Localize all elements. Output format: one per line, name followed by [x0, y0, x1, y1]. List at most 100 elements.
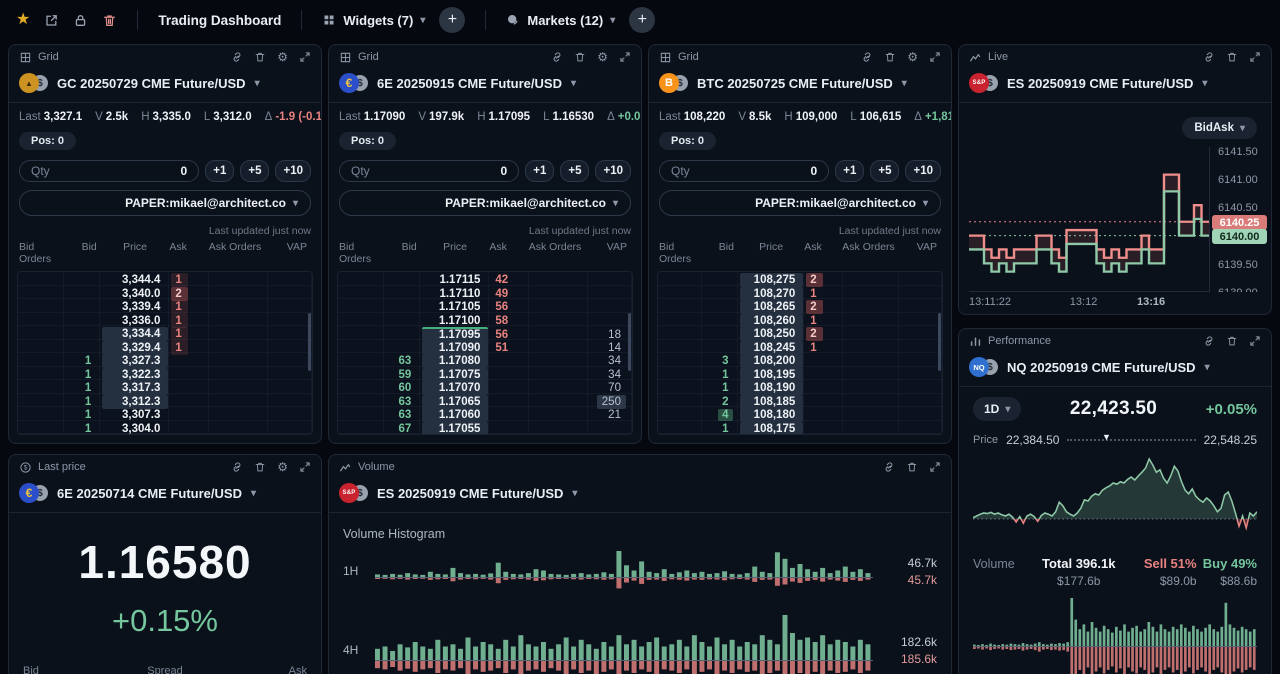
book-row[interactable]: 3,334.41 [18, 326, 312, 340]
book-row[interactable]: 13,317.3 [18, 380, 312, 394]
settings-icon[interactable]: ⚙ [277, 461, 288, 473]
qty-plus-5-button[interactable]: +5 [560, 160, 589, 182]
book-row[interactable]: 108,2601 [658, 313, 942, 327]
lock-icon[interactable] [73, 13, 88, 28]
link-icon[interactable] [231, 51, 243, 63]
expand-icon[interactable] [1249, 51, 1261, 63]
instrument-selector[interactable]: €$ 6E 20250714 CME Future/USD ▾ [9, 479, 321, 513]
qty-input[interactable]: Qty0 [339, 160, 519, 182]
external-link-icon[interactable] [44, 13, 59, 28]
book-row[interactable]: 1108,195 [658, 367, 942, 381]
instrument-selector[interactable]: ▲$ GC 20250729 CME Future/USD ▾ [9, 69, 321, 103]
delete-widget-icon[interactable] [574, 51, 586, 63]
book-row[interactable]: 1.1710556 [338, 299, 632, 313]
volume-histogram-4h[interactable] [375, 615, 873, 674]
qty-input[interactable]: Qty0 [659, 160, 829, 182]
book-row[interactable]: 631.1708034 [338, 353, 632, 367]
book-row[interactable]: 13,312.3 [18, 394, 312, 408]
book-row[interactable]: 108,2752 [658, 272, 942, 286]
widget-header[interactable]: Grid ⚙ [9, 45, 321, 69]
widget-header[interactable]: Volume [329, 455, 951, 479]
widget-header[interactable]: Live [959, 45, 1271, 69]
book-row[interactable]: 1.170955618 [338, 326, 632, 340]
expand-icon[interactable] [619, 51, 631, 63]
bid-cell[interactable]: 1 [702, 421, 738, 436]
order-book[interactable]: 3,344.413,340.023,339.413,336.013,334.41… [17, 271, 313, 435]
book-row[interactable]: 108,2502 [658, 326, 942, 340]
book-row[interactable]: 671.17055 [338, 421, 632, 435]
book-row[interactable]: 3,336.01 [18, 313, 312, 327]
qty-plus-5-button[interactable]: +5 [870, 160, 899, 182]
book-row[interactable]: 13,322.3 [18, 367, 312, 381]
book-row[interactable]: 3,339.41 [18, 299, 312, 313]
book-row[interactable]: 1.1711049 [338, 286, 632, 300]
book-row[interactable]: 3108,200 [658, 353, 942, 367]
book-row[interactable]: 1.1711542 [338, 272, 632, 286]
book-row[interactable]: 13,307.3 [18, 407, 312, 421]
qty-plus-10-button[interactable]: +10 [275, 160, 311, 182]
book-row[interactable]: 108,2701 [658, 286, 942, 300]
qty-input[interactable]: Qty0 [19, 160, 199, 182]
widget-header[interactable]: Grid ⚙ [329, 45, 641, 69]
settings-icon[interactable]: ⚙ [597, 51, 608, 63]
account-selector[interactable]: PAPER:mikael@architect.co▾ [339, 190, 631, 216]
qty-plus-1-button[interactable]: +1 [835, 160, 864, 182]
expand-icon[interactable] [299, 51, 311, 63]
delete-widget-icon[interactable] [1226, 335, 1238, 347]
book-row[interactable]: 3,329.41 [18, 340, 312, 354]
delete-widget-icon[interactable] [1226, 51, 1238, 63]
volume-histogram-1h[interactable] [375, 551, 873, 591]
widgets-menu[interactable]: Widgets (7) ▾ [322, 13, 425, 28]
performance-sparkline[interactable] [973, 451, 1257, 546]
delete-widget-icon[interactable] [254, 51, 266, 63]
qty-plus-1-button[interactable]: +1 [525, 160, 554, 182]
instrument-selector[interactable]: S&P$ ES 20250919 CME Future/USD ▾ [959, 69, 1271, 103]
book-row[interactable]: 1.1710058 [338, 313, 632, 327]
link-icon[interactable] [861, 51, 873, 63]
bid-cell[interactable]: 1 [64, 421, 101, 436]
expand-icon[interactable] [1249, 335, 1261, 347]
book-row[interactable]: 13,327.3 [18, 353, 312, 367]
book-row[interactable]: 3,344.41 [18, 272, 312, 286]
book-row[interactable]: 1108,175 [658, 421, 942, 435]
account-selector[interactable]: PAPER:mikael@architect.co▾ [19, 190, 311, 216]
book-row[interactable]: 13,304.0 [18, 421, 312, 435]
book-row[interactable]: 601.1707070 [338, 380, 632, 394]
expand-icon[interactable] [929, 51, 941, 63]
settings-icon[interactable]: ⚙ [277, 51, 288, 63]
ask-cell[interactable] [169, 421, 209, 436]
link-icon[interactable] [231, 461, 243, 473]
qty-plus-5-button[interactable]: +5 [240, 160, 269, 182]
book-row[interactable]: 631.1706021 [338, 407, 632, 421]
widget-header[interactable]: Performance [959, 329, 1271, 353]
qty-plus-10-button[interactable]: +10 [595, 160, 631, 182]
book-row[interactable]: 108,2652 [658, 299, 942, 313]
bid-cell[interactable]: 67 [384, 421, 421, 436]
live-chart-plot[interactable] [969, 147, 1209, 292]
add-market-button[interactable]: + [629, 7, 655, 33]
instrument-selector[interactable]: €$ 6E 20250915 CME Future/USD ▾ [329, 69, 641, 103]
range-marker[interactable]: ▼ [1102, 432, 1111, 442]
book-row[interactable]: 108,2451 [658, 340, 942, 354]
period-selector[interactable]: 1D▾ [973, 397, 1021, 421]
instrument-selector[interactable]: B$ BTC 20250725 CME Future/USD ▾ [649, 69, 951, 103]
order-book[interactable]: 108,2752108,2701108,2652108,2601108,2502… [657, 271, 943, 435]
delete-widget-icon[interactable] [884, 51, 896, 63]
expand-icon[interactable] [299, 461, 311, 473]
book-row[interactable]: 631.17065250 [338, 394, 632, 408]
link-icon[interactable] [551, 51, 563, 63]
widget-header[interactable]: Grid ⚙ [649, 45, 951, 69]
instrument-selector[interactable]: S&P$ ES 20250919 CME Future/USD ▾ [329, 479, 951, 513]
delete-widget-icon[interactable] [254, 461, 266, 473]
price-cell[interactable]: 3,304.0 [100, 421, 169, 436]
qty-plus-10-button[interactable]: +10 [905, 160, 941, 182]
widget-header[interactable]: $ Last price ⚙ [9, 455, 321, 479]
book-row[interactable]: 1.170905114 [338, 340, 632, 354]
link-icon[interactable] [1203, 335, 1215, 347]
markets-menu[interactable]: Markets (12) ▾ [506, 13, 615, 28]
qty-plus-1-button[interactable]: +1 [205, 160, 234, 182]
trash-icon[interactable] [102, 13, 117, 28]
buy-sell-histogram[interactable] [973, 598, 1257, 674]
order-book[interactable]: 1.17115421.17110491.17105561.17100581.17… [337, 271, 633, 435]
expand-icon[interactable] [929, 461, 941, 473]
